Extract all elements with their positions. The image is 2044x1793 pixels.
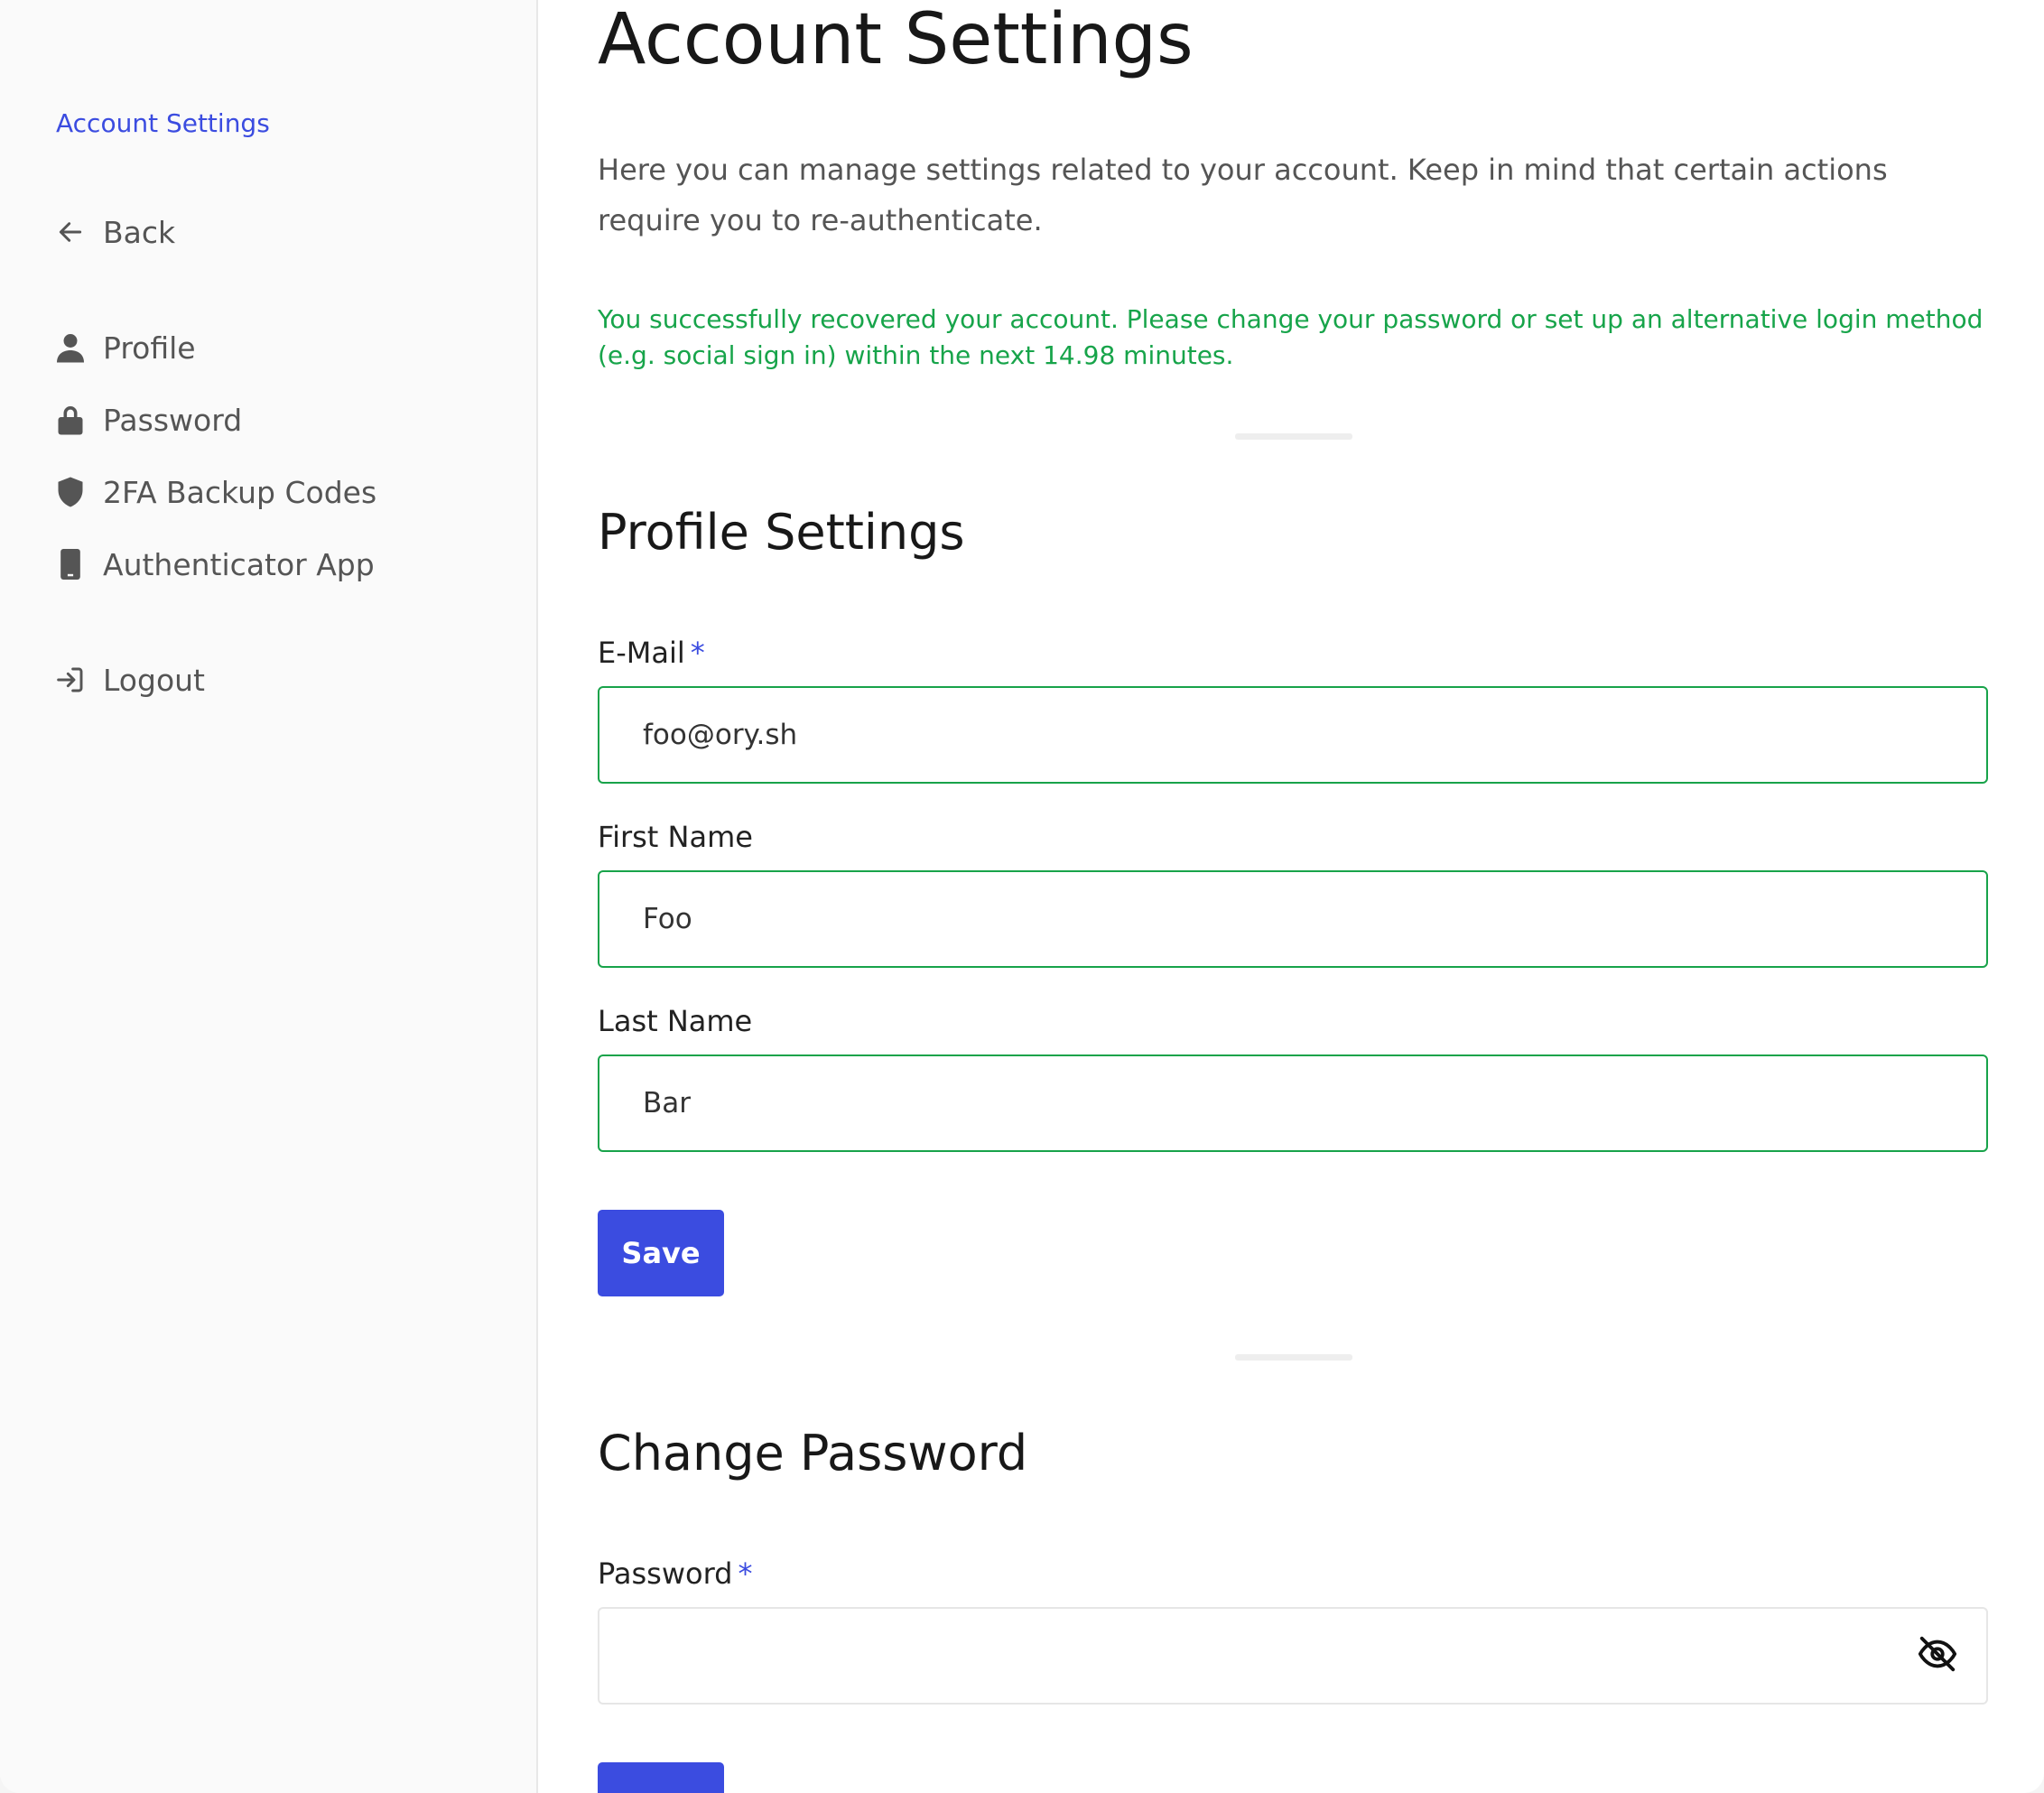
sidebar-item-label: Password — [103, 402, 243, 438]
sidebar-item-password[interactable]: Password — [56, 398, 242, 441]
success-message: You successfully recovered your account.… — [598, 304, 1984, 370]
user-icon — [56, 331, 85, 364]
intro-text: Here you can manage settings related to … — [598, 153, 1888, 237]
required-marker: * — [690, 636, 705, 670]
lock-icon — [56, 404, 85, 436]
last-name-field[interactable] — [598, 1054, 1988, 1152]
password-label: Password * — [598, 1554, 752, 1593]
change-password-title: Change Password — [598, 1425, 1028, 1482]
sidebar-item-label: 2FA Backup Codes — [103, 474, 377, 510]
logout-icon — [56, 664, 85, 696]
first-name-field[interactable] — [598, 870, 1988, 968]
required-marker: * — [738, 1556, 753, 1591]
sidebar-item-label: Profile — [103, 330, 196, 366]
save-password-button[interactable] — [598, 1762, 724, 1793]
sidebar: Account Settings Back Profile Password 2… — [0, 0, 538, 1793]
sidebar-item-label: Authenticator App — [103, 546, 375, 582]
email-label-text: E-Mail — [598, 636, 685, 670]
sidebar-item-profile[interactable]: Profile — [56, 326, 196, 369]
shield-icon — [56, 476, 85, 508]
logout-label: Logout — [103, 662, 205, 698]
password-visibility-toggle[interactable] — [1914, 1632, 1961, 1679]
email-label: E-Mail * — [598, 633, 705, 673]
profile-settings-title: Profile Settings — [598, 504, 965, 561]
save-button[interactable]: Save — [598, 1210, 724, 1296]
section-divider — [1235, 433, 1352, 440]
back-label: Back — [103, 214, 176, 250]
logout-link[interactable]: Logout — [56, 658, 205, 701]
last-name-label: Last Name — [598, 1004, 753, 1038]
first-name-label: First Name — [598, 820, 753, 854]
email-field[interactable] — [598, 686, 1988, 784]
back-link[interactable]: Back — [56, 210, 175, 254]
phone-icon — [56, 548, 85, 581]
password-field[interactable] — [598, 1607, 1988, 1705]
password-label-text: Password — [598, 1556, 733, 1591]
arrow-left-icon — [56, 216, 85, 248]
eye-off-icon — [1917, 1633, 1958, 1678]
settings-window: Account Settings Back Profile Password 2… — [0, 0, 2044, 1793]
section-divider — [1235, 1354, 1352, 1361]
sidebar-title-link[interactable]: Account Settings — [56, 106, 270, 142]
page-title: Account Settings — [598, 0, 1194, 80]
sidebar-item-authenticator-app[interactable]: Authenticator App — [56, 543, 375, 586]
sidebar-item-2fa-backup-codes[interactable]: 2FA Backup Codes — [56, 470, 376, 514]
